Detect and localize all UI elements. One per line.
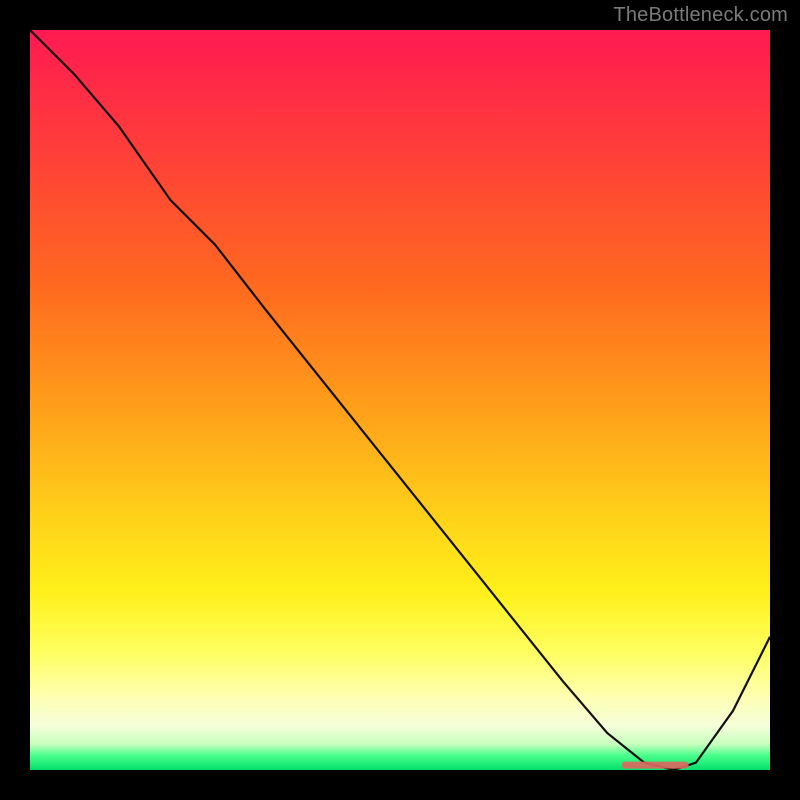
chart-container: TheBottleneck.com [0, 0, 800, 800]
watermark-label: TheBottleneck.com [613, 4, 788, 27]
bottleneck-curve [30, 30, 770, 770]
plot-area [30, 30, 770, 770]
curve-path [30, 30, 770, 770]
optimum-marker [622, 762, 689, 769]
